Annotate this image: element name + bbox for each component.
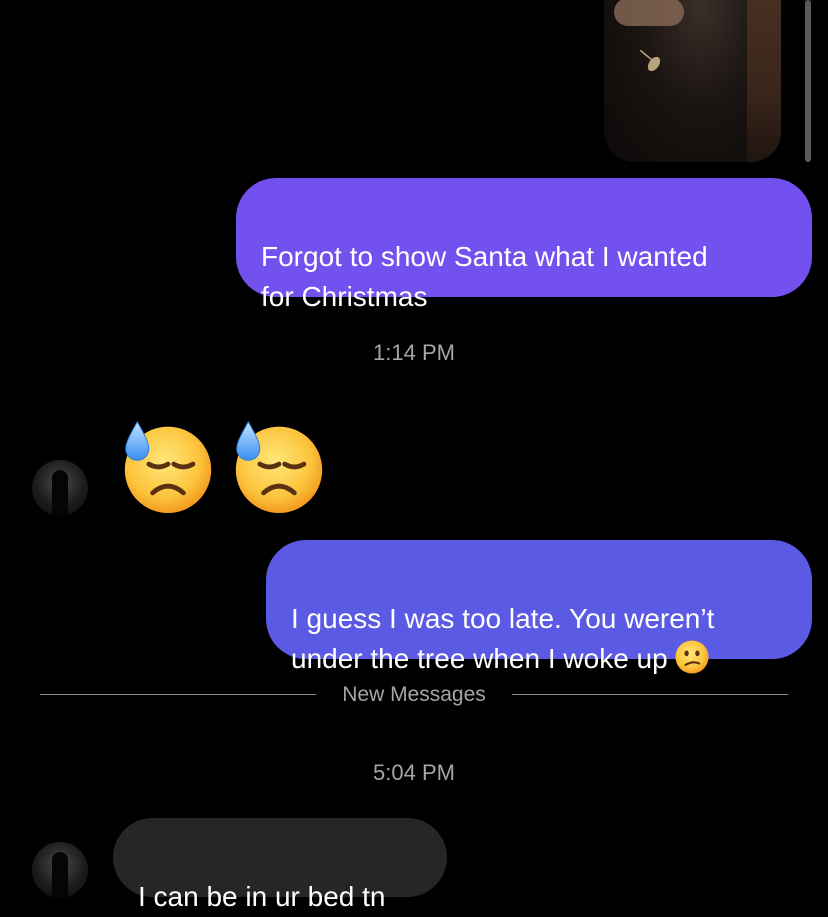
- downcast-face-with-sweat-icon[interactable]: [120, 418, 216, 514]
- sent-photo[interactable]: [604, 0, 781, 162]
- contact-avatar[interactable]: [32, 842, 88, 898]
- photo-hair: [747, 0, 781, 162]
- downcast-face-with-sweat-icon[interactable]: [231, 418, 327, 514]
- divider-line: [512, 694, 788, 695]
- timestamp: 5:04 PM: [373, 760, 455, 785]
- scrollbar[interactable]: [805, 0, 811, 162]
- outgoing-message-bubble[interactable]: Forgot to show Santa what I wanted for C…: [236, 178, 812, 312]
- outgoing-message-bubble[interactable]: I guess I was too late. You weren’t unde…: [266, 540, 812, 674]
- avatar-figure: [52, 852, 68, 898]
- divider-line: [40, 694, 316, 695]
- avatar-figure: [52, 470, 68, 516]
- timestamp: 1:14 PM: [373, 340, 455, 365]
- message-text: Forgot to show Santa what I wanted for C…: [261, 241, 708, 312]
- message-text: I can be in ur bed tn: [138, 881, 386, 912]
- pendant-icon: [640, 50, 661, 72]
- incoming-message-bubble[interactable]: I can be in ur bed tn: [113, 818, 447, 912]
- contact-avatar[interactable]: [32, 460, 88, 516]
- confused-face-icon: [675, 640, 709, 674]
- photo-hand: [614, 0, 684, 26]
- new-messages-label: New Messages: [342, 683, 486, 706]
- message-text: I guess I was too late. You weren’t unde…: [291, 603, 715, 674]
